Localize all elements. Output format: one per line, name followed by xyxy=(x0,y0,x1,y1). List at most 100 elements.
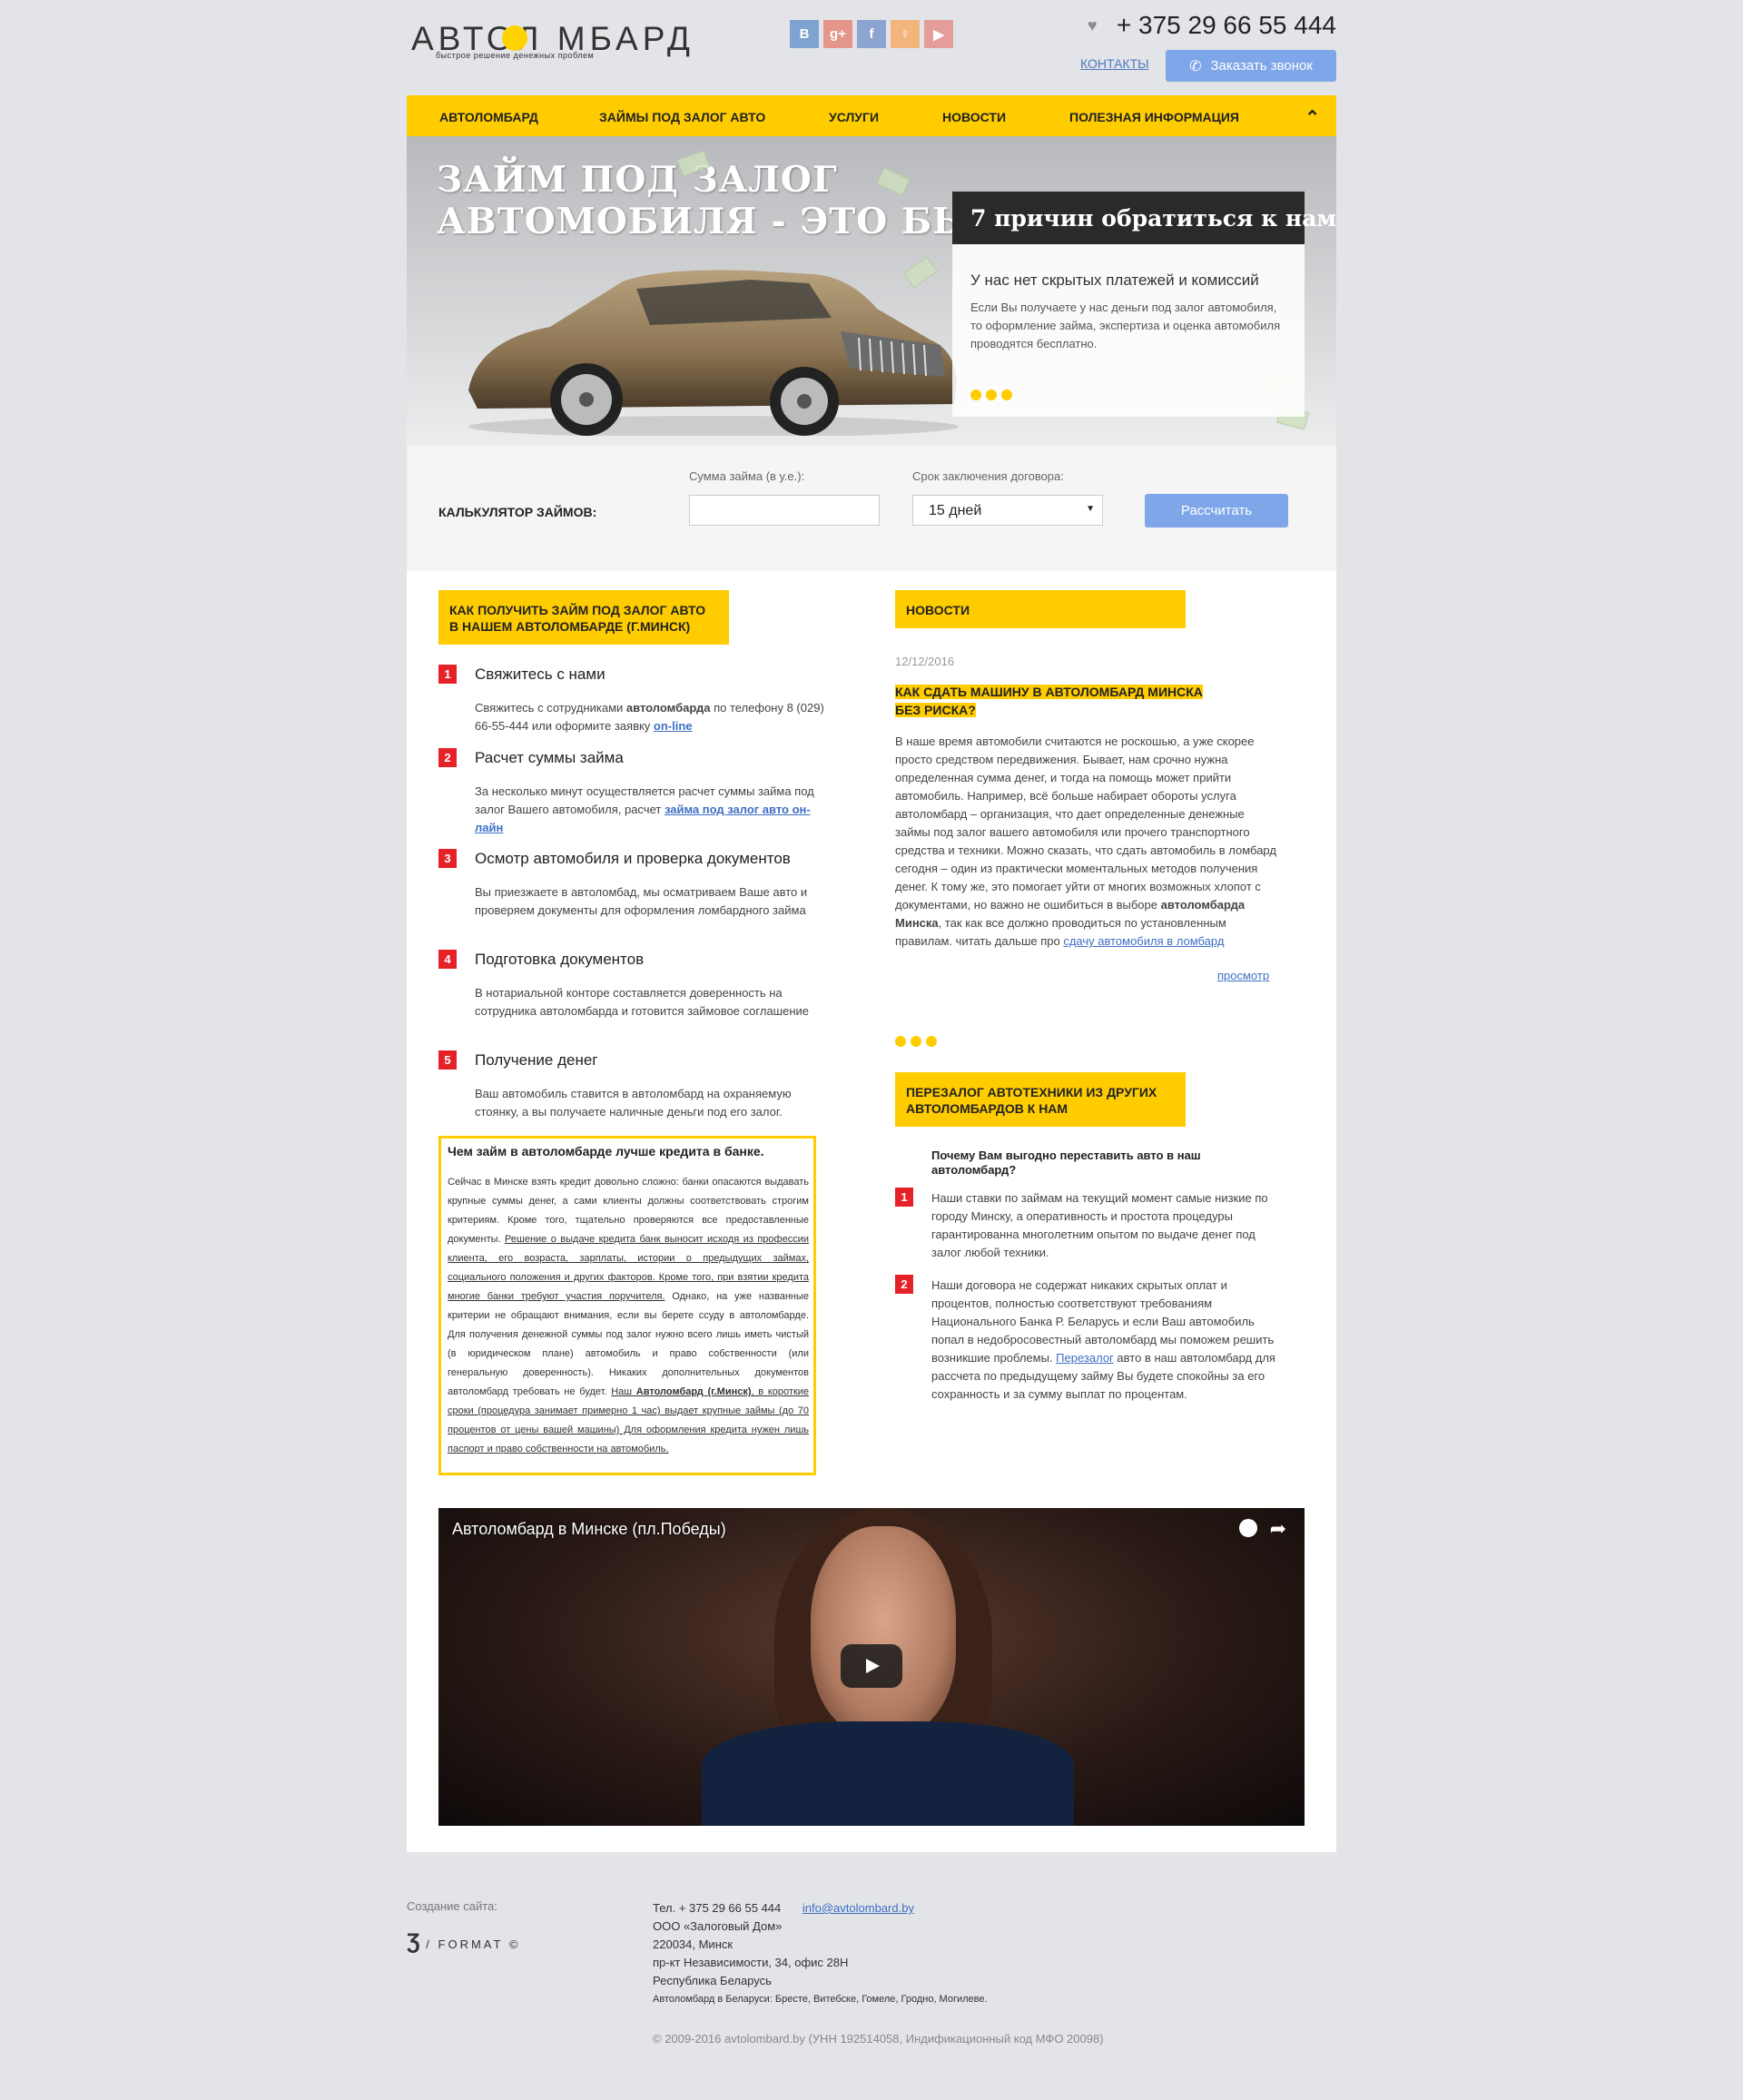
slider-dots xyxy=(970,389,1012,400)
creator-name: FORMAT xyxy=(438,1937,504,1951)
slider-dot[interactable] xyxy=(986,389,997,400)
loan-sum-input[interactable] xyxy=(689,495,880,526)
created-by-label: Создание сайта: xyxy=(407,1899,497,1913)
creator-logo[interactable]: Ʒ / FORMAT © xyxy=(407,1929,520,1955)
footer-company: ООО «Залоговый Дом» xyxy=(653,1919,783,1933)
step-title: Получение денег xyxy=(475,1051,598,1069)
odnoklassniki-icon[interactable]: ♀ xyxy=(891,20,920,48)
step-text-bold: автоломбарда xyxy=(625,701,711,715)
online-request-link[interactable]: on-line xyxy=(654,719,693,733)
nav-item-useful-info[interactable]: ПОЛЕЗНАЯ ИНФОРМАЦИЯ xyxy=(1069,110,1239,124)
car-pawn-link[interactable]: сдачу автомобиля в ломбард xyxy=(1063,934,1224,948)
footer-cities: Автоломбард в Беларуси: Бресте, Витебске… xyxy=(653,1994,988,2005)
slider-dot[interactable] xyxy=(895,1036,906,1047)
loan-calculator: КАЛЬКУЛЯТОР ЗАЙМОВ: Сумма займа (в у.е.)… xyxy=(407,446,1336,571)
car-icon xyxy=(502,25,527,51)
phone-icon: ✆ xyxy=(1189,58,1202,74)
step-number: 1 xyxy=(438,665,457,684)
news-header: НОВОСТИ xyxy=(895,590,1186,628)
contacts-link[interactable]: КОНТАКТЫ xyxy=(1080,56,1149,71)
news-text: В наше время автомобили считаются не рос… xyxy=(895,733,1276,951)
bank-comparison-text: Сейчас в Минске взять кредит довольно сл… xyxy=(448,1173,809,1459)
news-date: 12/12/2016 xyxy=(895,655,955,668)
rezalog-link[interactable]: Перезалог xyxy=(1056,1351,1114,1365)
slider-dot[interactable] xyxy=(1001,389,1012,400)
main-nav: АВТОЛОМБАРД ЗАЙМЫ ПОД ЗАЛОГ АВТО УСЛУГИ … xyxy=(407,95,1336,136)
callback-button[interactable]: ✆ Заказать звонок xyxy=(1166,50,1336,82)
bank-comparison-title: Чем займ в автоломбарде лучше кредита в … xyxy=(448,1144,764,1158)
footer-country: Республика Беларусь xyxy=(653,1974,772,1987)
news-title-text: КАК СДАТЬ МАШИНУ В АВТОЛОМБАРД МИНСКА БЕ… xyxy=(895,685,1203,717)
callback-label: Заказать звонок xyxy=(1210,58,1313,74)
google-plus-icon[interactable]: g+ xyxy=(823,20,852,48)
step-text-part: Свяжитесь с сотрудниками xyxy=(475,701,626,715)
share-icon[interactable]: ➦ xyxy=(1270,1517,1286,1541)
footer-contact-info: Тел. + 375 29 66 55 444 info@avtolombard… xyxy=(653,1899,988,2008)
loan-sum-label: Сумма займа (в у.е.): xyxy=(689,469,805,483)
slider-dot[interactable] xyxy=(911,1036,921,1047)
footer-zip-city: 220034, Минск xyxy=(653,1937,734,1951)
step-text: В нотариальной конторе составляется дове… xyxy=(475,986,809,1018)
play-button[interactable] xyxy=(841,1644,902,1688)
site-logo[interactable]: АВТОЛ МБАРД быстрое решение денежных про… xyxy=(411,20,690,64)
youtube-icon[interactable]: ▶ xyxy=(924,20,953,48)
step-number: 5 xyxy=(438,1050,457,1070)
calculator-label: КАЛЬКУЛЯТОР ЗАЙМОВ: xyxy=(438,505,597,519)
news-text-part: В наше время автомобили считаются не рос… xyxy=(895,735,1276,912)
video-thumbnail-dress xyxy=(702,1721,1074,1826)
watch-later-icon[interactable] xyxy=(1239,1519,1257,1537)
reason-text: Если Вы получаете у нас деньги под залог… xyxy=(970,301,1281,350)
nav-item-services[interactable]: УСЛУГИ xyxy=(829,110,879,124)
vk-icon[interactable]: В xyxy=(790,20,819,48)
section-title-line: ПЕРЕЗАЛОГ АВТОТЕХНИКИ ИЗ ДРУГИХ xyxy=(906,1085,1157,1099)
site-header: АВТОЛ МБАРД быстрое решение денежных про… xyxy=(407,0,1336,95)
rezalog-header: ПЕРЕЗАЛОГ АВТОТЕХНИКИ ИЗ ДРУГИХ АВТОЛОМБ… xyxy=(895,1072,1186,1127)
creator-logo-mark: Ʒ xyxy=(407,1929,420,1954)
step-number: 1 xyxy=(895,1188,913,1207)
section-title-line: В НАШЕМ АВТОЛОМБАРДЕ (Г.МИНСК) xyxy=(449,619,691,634)
footer-tel[interactable]: + 375 29 66 55 444 xyxy=(679,1901,781,1915)
facebook-icon[interactable]: f xyxy=(857,20,886,48)
step-title: Подготовка документов xyxy=(475,951,645,968)
step-text: Вы приезжаете в автоломбад, мы осматрива… xyxy=(475,885,808,917)
calculate-button[interactable]: Рассчитать xyxy=(1145,494,1288,527)
news-title[interactable]: КАК СДАТЬ МАШИНУ В АВТОЛОМБАРД МИНСКА БЕ… xyxy=(895,683,1204,719)
hero-banner: ЗАЙМ ПОД ЗАЛОГ АВТОМОБИЛЯ - ЭТО БЫСТРО 7… xyxy=(407,136,1336,446)
step-number: 3 xyxy=(438,849,457,868)
social-links: В g+ f ♀ ▶ xyxy=(790,20,953,48)
nav-item-loans[interactable]: ЗАЙМЫ ПОД ЗАЛОГ АВТО xyxy=(599,110,765,124)
footer-copyright: © 2009-2016 avtolombard.by (УНН 19251405… xyxy=(653,2032,1104,2046)
reasons-title: 7 причин обратиться к нам xyxy=(952,192,1336,244)
heart-icon: ♥ xyxy=(1087,16,1098,35)
slider-dot[interactable] xyxy=(970,389,981,400)
step-title: Расчет суммы займа xyxy=(475,749,624,766)
car-image xyxy=(468,270,959,436)
rezalog-item-text: Наши договора не содержат никаких скрыты… xyxy=(931,1277,1285,1404)
header-phone[interactable]: + 375 29 66 55 444 xyxy=(1117,11,1336,40)
video-title[interactable]: Автоломбард в Минске (пл.Победы) xyxy=(452,1520,726,1539)
bank-text-underlined: Наш xyxy=(611,1386,636,1397)
loan-term-select[interactable]: 15 дней ▼ xyxy=(912,495,1103,526)
slider-dot[interactable] xyxy=(926,1036,937,1047)
step-text: За несколько минут осуществляется расчет… xyxy=(475,783,829,837)
section-title-line: АВТОЛОМБАРДОВ К НАМ xyxy=(906,1101,1068,1116)
loan-term-value: 15 дней xyxy=(929,503,982,518)
caret-up-icon[interactable]: ⌃ xyxy=(1305,106,1320,129)
nav-item-avtolombard[interactable]: АВТОЛОМБАРД xyxy=(439,110,538,124)
step-text: Ваш автомобиль ставится в автоломбард на… xyxy=(475,1087,792,1119)
logo-slogan: быстрое решение денежных проблем xyxy=(436,51,595,60)
step-text: Свяжитесь с сотрудниками автоломбарда по… xyxy=(475,699,829,735)
news-slider-dots xyxy=(895,1036,937,1047)
footer-street: пр-кт Независимости, 34, офис 28Н xyxy=(653,1956,849,1969)
rezalog-item-text: Наши ставки по займам на текущий момент … xyxy=(931,1191,1268,1259)
bank-comparison-box: Чем займ в автоломбарде лучше кредита в … xyxy=(438,1136,816,1475)
loan-term-label: Срок заключения договора: xyxy=(912,469,1064,483)
main-content: КАК ПОЛУЧИТЬ ЗАЙМ ПОД ЗАЛОГ АВТО В НАШЕМ… xyxy=(407,571,1336,1852)
step-number: 2 xyxy=(438,748,457,767)
step-title: Осмотр автомобиля и проверка документов xyxy=(475,850,791,867)
footer-email[interactable]: info@avtolombard.by xyxy=(803,1901,914,1915)
phone-block: ♥ + 375 29 66 55 444 xyxy=(1088,11,1336,40)
nav-item-news[interactable]: НОВОСТИ xyxy=(942,110,1006,124)
news-more-link[interactable]: просмотр xyxy=(1217,969,1269,982)
video-player[interactable]: Автоломбард в Минске (пл.Победы) ➦ xyxy=(438,1508,1305,1826)
